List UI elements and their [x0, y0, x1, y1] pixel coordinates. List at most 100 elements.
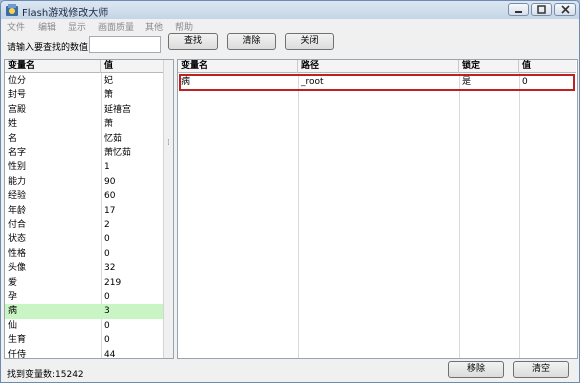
variable-value: 0	[104, 248, 110, 259]
app-icon	[6, 4, 18, 16]
list-item[interactable]: 经验 60	[5, 189, 163, 203]
variable-name: 位分	[8, 76, 27, 86]
list-item[interactable]: 生育 0	[5, 333, 163, 347]
variable-name: 付合	[8, 220, 27, 230]
list-item[interactable]: 爱 219	[5, 276, 163, 290]
search-input[interactable]	[89, 36, 161, 53]
variable-name: 仟侍	[8, 349, 27, 359]
variable-name: 宫殿	[8, 104, 27, 115]
main-window: Flash游戏修改大师 文件 编辑 显示 画面质量 其他 帮助 请输入要查找的数…	[0, 0, 580, 383]
variable-name: 孕	[8, 292, 18, 302]
status-bar: 找到变量数:15242 移除 清空	[1, 361, 579, 382]
vertical-scrollbar[interactable]	[163, 60, 173, 358]
variable-value: 3	[104, 306, 110, 317]
list-item[interactable]: 付合 2	[5, 218, 163, 232]
menu-bar: 文件 编辑 显示 画面质量 其他 帮助	[1, 19, 579, 33]
list-item[interactable]: 仟侍 44	[5, 348, 163, 359]
variable-name: 封号	[8, 90, 27, 101]
list-item[interactable]: 性格 0	[5, 247, 163, 261]
title-bar[interactable]: Flash游戏修改大师	[1, 1, 579, 19]
list-item[interactable]: 年龄 17	[5, 204, 163, 218]
variable-value: 17	[104, 205, 116, 216]
list-item[interactable]: 性别 1	[5, 160, 163, 174]
variable-value: 90	[104, 176, 116, 187]
column-header-locked[interactable]: 锁定	[459, 60, 519, 73]
search-label: 请输入要查找的数值	[7, 43, 89, 53]
list-item[interactable]: 能力 90	[5, 175, 163, 189]
remove-button[interactable]: 移除	[448, 361, 504, 378]
variable-name: 经验	[8, 191, 27, 202]
clear-all-button[interactable]: 清空	[513, 361, 569, 378]
menu-other[interactable]: 其他	[145, 20, 163, 33]
column-header-path[interactable]: 路径	[298, 60, 459, 73]
menu-help[interactable]: 帮助	[175, 20, 193, 33]
clear-button[interactable]: 清除	[227, 33, 276, 50]
maximize-button[interactable]	[531, 3, 552, 16]
variable-name: 状态	[8, 234, 27, 245]
list-item[interactable]: 封号 箫	[5, 88, 163, 102]
variable-value: 44	[104, 349, 116, 359]
splitter-grip-icon: ⁞	[167, 138, 170, 148]
variable-value: 2	[104, 220, 110, 230]
list-item[interactable]: 姓萧	[5, 117, 163, 131]
variable-list-header: 变量名 值	[5, 60, 163, 73]
list-item[interactable]: 名 忆茹	[5, 132, 163, 146]
column-header-name[interactable]: 变量名	[178, 60, 298, 73]
list-item[interactable]: 状态 0	[5, 232, 163, 246]
menu-file[interactable]: 文件	[7, 20, 25, 33]
variable-value: 60	[104, 191, 116, 202]
list-item[interactable]: 宫殿 延禧宫	[5, 103, 163, 117]
variable-value: 0	[104, 292, 110, 302]
variable-value: 0	[104, 320, 110, 331]
variable-name: 性格	[8, 248, 27, 259]
variable-list[interactable]: 变量名 值 位分妃封号箫宫殿 延禧宫姓萧名忆茹 名字 萧忆茹 性别 1 能力 90 经验 60 年龄…	[4, 59, 174, 359]
variable-value: 忆茹	[104, 133, 123, 144]
column-header-value[interactable]: 值	[519, 60, 576, 73]
column-header-value[interactable]: 值	[101, 60, 163, 73]
variable-name: 头像	[8, 263, 27, 274]
variable-value: 32	[104, 263, 116, 274]
variable-name: 姓	[8, 119, 18, 130]
minimize-button[interactable]	[508, 3, 529, 16]
list-item[interactable]: 头像 32	[5, 261, 163, 275]
variable-count: 找到变量数:15242	[7, 370, 84, 380]
column-divider	[298, 73, 299, 358]
variable-value: 萧	[104, 119, 114, 130]
variable-name: 爱	[8, 277, 18, 288]
find-button[interactable]: 查找	[168, 33, 218, 50]
column-divider	[519, 73, 520, 358]
variable-name: 仙	[8, 320, 18, 331]
variable-value: 219	[104, 277, 122, 288]
variable-value: 0	[104, 234, 110, 245]
close-icon	[560, 5, 570, 14]
window-title: Flash游戏修改大师	[22, 8, 109, 19]
list-item[interactable]: 位分 妃	[5, 74, 163, 88]
list-item[interactable]: 孕0	[5, 290, 163, 304]
list-item[interactable]: 仙0	[5, 319, 163, 333]
results-table-header: 变量名 路径 锁定 值	[178, 60, 576, 73]
variable-name: 年龄	[8, 205, 27, 216]
variable-name: 能力	[8, 176, 27, 187]
maximize-icon	[537, 5, 546, 14]
list-item[interactable]: 病3	[5, 304, 163, 319]
highlight-box	[179, 74, 575, 91]
menu-quality[interactable]: 画面质量	[98, 20, 134, 33]
variable-name: 名	[8, 133, 18, 144]
variable-value: 0	[104, 335, 110, 346]
variable-value: 妃	[104, 76, 114, 86]
close-search-button[interactable]: 关闭	[285, 33, 334, 50]
variable-value: 延禧宫	[104, 104, 132, 115]
column-divider	[459, 73, 460, 358]
close-button[interactable]	[554, 3, 576, 16]
variable-value: 1	[104, 162, 110, 173]
variable-value: 萧忆茹	[104, 148, 132, 158]
list-item[interactable]: 名字 萧忆茹	[5, 146, 163, 160]
variable-name: 性别	[8, 162, 27, 173]
minimize-icon	[515, 11, 522, 13]
menu-view[interactable]: 显示	[68, 20, 86, 33]
variable-name: 生育	[8, 335, 27, 346]
results-table[interactable]: 变量名 路径 锁定 值 病 _root 是 0	[177, 59, 578, 359]
column-header-name[interactable]: 变量名	[5, 60, 101, 73]
variable-name: 病	[8, 306, 18, 317]
menu-edit[interactable]: 编辑	[38, 20, 56, 33]
